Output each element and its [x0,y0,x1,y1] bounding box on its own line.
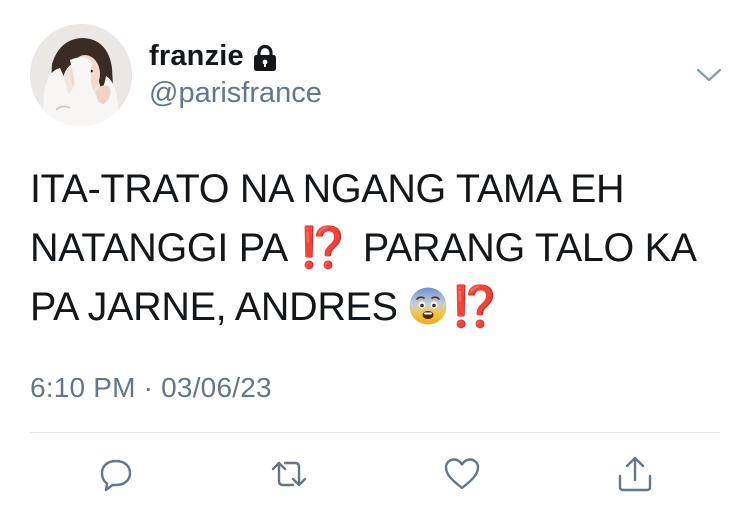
tweet-timestamp[interactable]: 6:10 PM · 03/06/23 [30,372,272,404]
avatar[interactable] [30,24,132,126]
tweet-text-line: ITA-TRATO NA NGANG TAMA EH [30,160,720,219]
exclamation-question-emoji: ⁉️ [298,225,348,271]
lock-icon [252,44,278,72]
display-name-row: franzie [149,40,278,73]
tweet-text-segment: ITA-TRATO NA NGANG TAMA EH [30,167,625,211]
tweet-text-segment: NATANGGI PA [30,226,286,270]
tweet-text-segment: PA JARNE, ANDRES [30,285,398,329]
share-icon [616,454,654,499]
tweet-text-segment: PARANG TALO KA [362,226,697,270]
fearful-face-emoji [408,284,448,343]
chevron-down-icon[interactable] [694,64,724,86]
tweet-text: ITA-TRATO NA NGANG TAMA EH NATANGGI PA ⁉… [30,160,720,343]
tweet-text-line: NATANGGI PA ⁉️ PARANG TALO KA [30,219,720,278]
share-button[interactable] [615,456,655,496]
user-handle[interactable]: @parisfrance [149,77,322,110]
reply-button[interactable] [96,456,136,496]
exclamation-question-emoji: ⁉️ [450,284,500,330]
retweet-button[interactable] [269,456,309,496]
like-icon [443,456,481,497]
tweet-card: franzie @parisfrance ITA-TRATO NA NGANG … [0,0,750,521]
display-name[interactable]: franzie [149,40,244,73]
tweet-text-line: PA JARNE, ANDRES ⁉️ [30,278,720,343]
retweet-icon [269,455,309,498]
divider [30,432,720,433]
reply-icon [97,455,135,498]
like-button[interactable] [442,456,482,496]
